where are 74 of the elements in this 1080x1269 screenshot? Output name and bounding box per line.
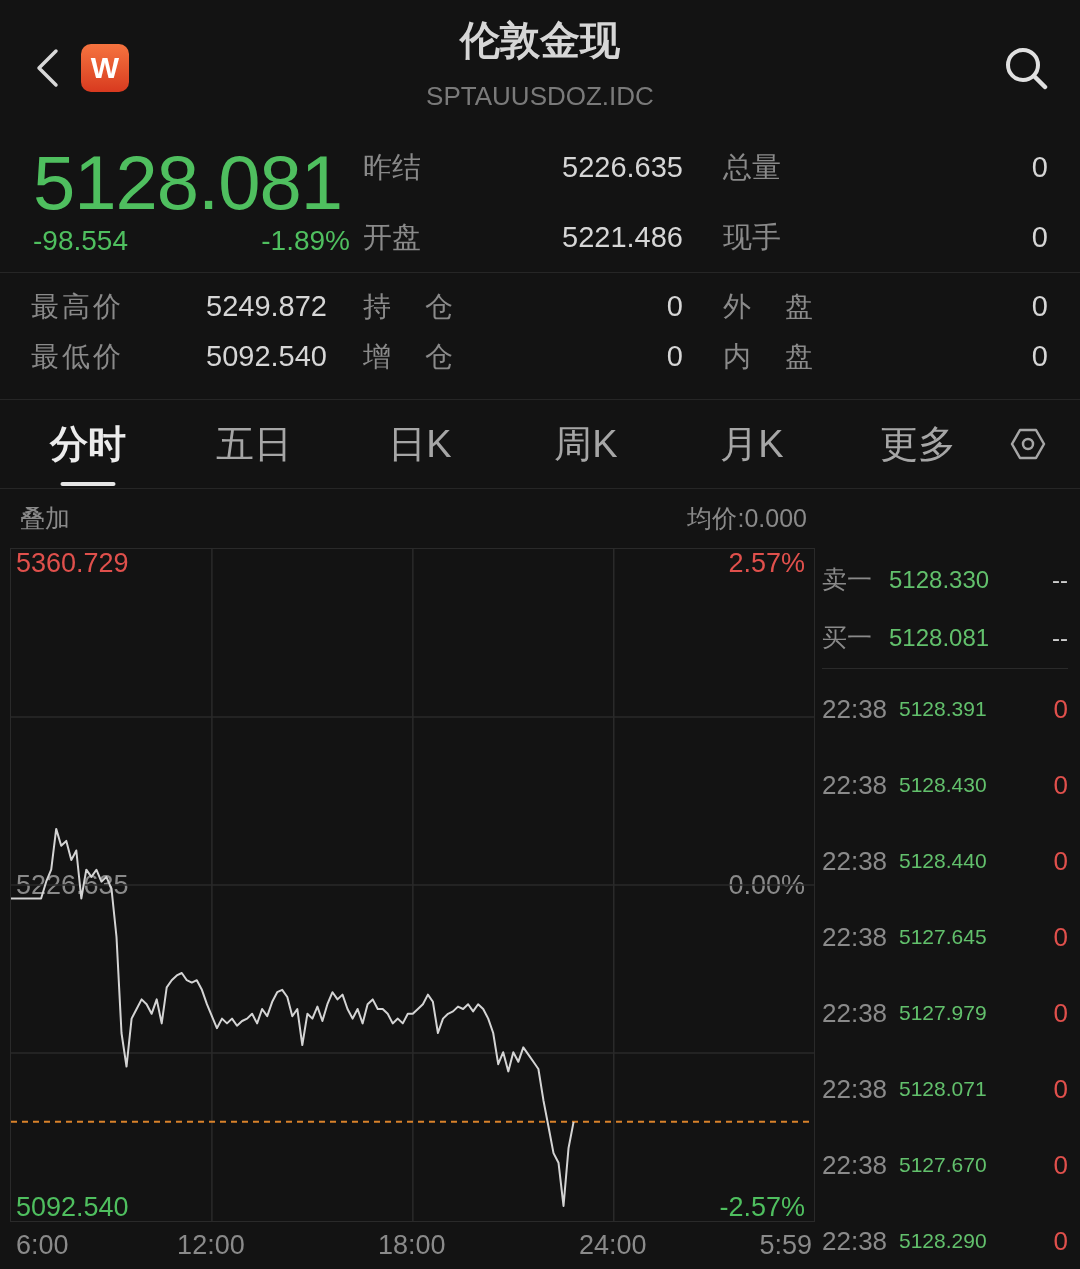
- search-icon[interactable]: [1004, 46, 1048, 90]
- quote-label: 总量: [723, 150, 781, 185]
- order-label: 买一: [822, 622, 873, 654]
- stat-value: 5249.872: [206, 289, 327, 325]
- settings-icon[interactable]: [1010, 427, 1046, 461]
- trade-volume: 0: [1053, 768, 1068, 802]
- quote-label: 昨结: [363, 150, 421, 185]
- order-volume: --: [1052, 623, 1068, 653]
- app-logo: W: [81, 44, 129, 92]
- quote-value: 5221.486: [562, 219, 683, 255]
- trade-price: 5128.430: [899, 772, 987, 799]
- price-change: -98.554: [33, 225, 128, 257]
- trade-time: 22:38: [822, 768, 889, 802]
- chart-tab[interactable]: 月K: [669, 400, 835, 488]
- change-percent: -1.89%: [261, 225, 350, 257]
- trade-volume: 0: [1053, 844, 1068, 878]
- order-label: 卖一: [822, 564, 873, 596]
- trade-time: 22:38: [822, 1072, 889, 1106]
- quote-label: 现手: [723, 219, 781, 255]
- trade-time: 22:38: [822, 996, 889, 1030]
- stat-value: 0: [1031, 339, 1048, 375]
- quote-value: 5226.635: [562, 150, 683, 185]
- quote-value: 0: [1031, 219, 1048, 255]
- order-price: 5128.330: [889, 565, 990, 595]
- overlay-toggle[interactable]: 叠加: [20, 499, 70, 538]
- stat-label: 最高价: [31, 290, 121, 324]
- y-axis-label: 5360.729: [16, 549, 129, 577]
- trade-price: 5128.071: [899, 1076, 987, 1103]
- quote-value: 0: [1031, 150, 1048, 185]
- trade-volume: 0: [1053, 1072, 1068, 1106]
- tab-underline: [60, 482, 116, 486]
- stat-label: 内 盘: [723, 340, 813, 374]
- stat-label: 增 仓: [363, 340, 453, 374]
- stat-value: 0: [666, 339, 683, 375]
- trade-volume: 0: [1053, 920, 1068, 954]
- stat-label: 最低价: [31, 340, 121, 374]
- trade-time: 22:38: [822, 844, 889, 878]
- stat-label: 持 仓: [363, 290, 453, 324]
- stat-label: 外 盘: [723, 290, 813, 324]
- trade-price: 5128.391: [899, 696, 987, 723]
- chart-tab[interactable]: 日K: [337, 400, 503, 488]
- chart-tab[interactable]: 分时: [5, 400, 171, 488]
- chart-tab[interactable]: 五日: [171, 400, 337, 488]
- symbol-code: SPTAUUSDOZ.IDC: [426, 81, 654, 111]
- last-price: 5128.081: [33, 145, 343, 221]
- x-axis-label: 6:00: [16, 1230, 69, 1260]
- stat-value: 5092.540: [206, 339, 327, 375]
- trade-price: 5128.440: [899, 848, 987, 875]
- trade-time: 22:38: [822, 692, 889, 726]
- x-axis-label: 18:00: [378, 1230, 446, 1260]
- trade-volume: 0: [1053, 692, 1068, 726]
- page-title: 伦敦金现: [460, 17, 620, 64]
- x-axis-label: 24:00: [578, 1230, 647, 1260]
- trade-time: 22:38: [822, 920, 889, 954]
- stat-value: 0: [666, 289, 683, 325]
- x-axis-label: 12:00: [177, 1230, 245, 1260]
- order-price: 5128.081: [889, 623, 990, 653]
- chart-tab[interactable]: 更多: [835, 400, 1001, 488]
- trade-price: 5127.670: [899, 1152, 987, 1179]
- trade-volume: 0: [1053, 1148, 1068, 1182]
- trade-time: 22:38: [822, 1224, 889, 1258]
- x-axis-label: 5:59: [759, 1230, 812, 1260]
- y-axis-label: 5092.540: [16, 1193, 129, 1221]
- trade-volume: 0: [1053, 1224, 1068, 1258]
- average-price: 均价:0.000: [687, 502, 807, 534]
- quote-label: 开盘: [363, 219, 421, 255]
- order-volume: --: [1052, 565, 1068, 595]
- trade-price: 5128.290: [899, 1228, 987, 1255]
- trade-volume: 0: [1053, 996, 1068, 1030]
- trade-price: 5127.979: [899, 1000, 987, 1027]
- trade-price: 5127.645: [899, 924, 987, 951]
- trade-time: 22:38: [822, 1148, 889, 1182]
- chart-tab[interactable]: 周K: [503, 400, 669, 488]
- stat-value: 0: [1031, 289, 1048, 325]
